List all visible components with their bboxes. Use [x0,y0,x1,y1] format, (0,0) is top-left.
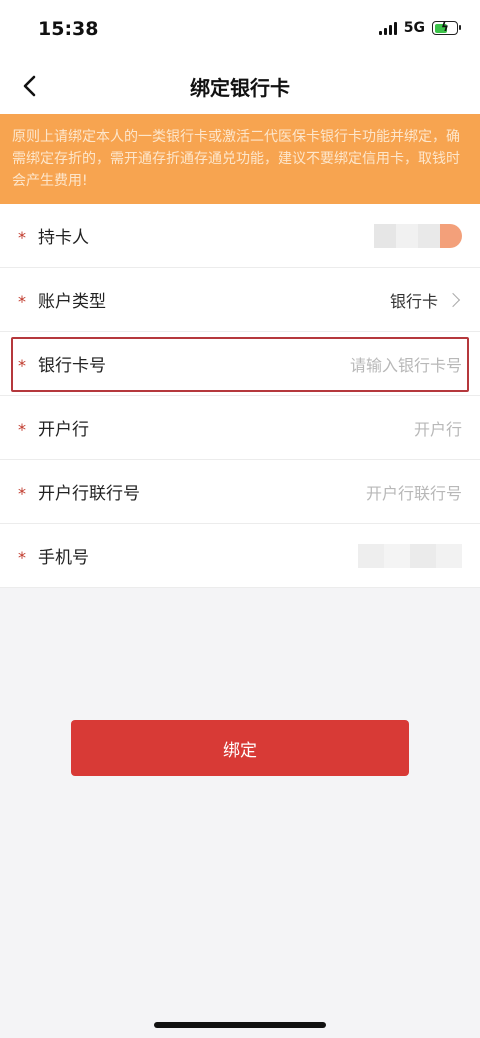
bind-card-form: * 持卡人 * 账户类型 银行卡 * 银行卡号 请输入银行卡号 * 开户行 开户… [0,204,480,588]
account-type-label: 账户类型 [38,292,106,312]
account-type-text: 银行卡 [389,291,438,311]
chevron-right-icon [445,292,461,307]
required-mark: * [18,227,26,247]
required-mark: * [18,419,26,439]
phone-label: 手机号 [38,548,89,568]
phone-row[interactable]: * 手机号 [0,524,480,588]
navigation-bar: 绑定银行卡 [0,58,480,114]
required-mark: * [18,547,26,567]
network-label: 5G [403,20,425,36]
card-number-row[interactable]: * 银行卡号 请输入银行卡号 [0,332,480,396]
required-mark: * [18,483,26,503]
bank-code-input[interactable]: 开户行联行号 [366,480,462,504]
home-indicator [154,1022,326,1028]
notice-banner: 原则上请绑定本人的一类银行卡或激活二代医保卡银行卡功能并绑定，确需绑定存折的，需… [0,114,480,204]
bind-button[interactable]: 绑定 [71,720,409,776]
status-time: 15:38 [38,18,99,40]
card-number-label: 银行卡号 [38,356,106,376]
notice-text: 原则上请绑定本人的一类银行卡或激活二代医保卡银行卡功能并绑定，确需绑定存折的，需… [12,129,460,189]
account-type-value: 银行卡 [390,288,462,312]
phone-value-masked [358,543,462,568]
bank-branch-row[interactable]: * 开户行 开户行 [0,396,480,460]
battery-icon: ϟ [432,20,461,35]
bank-code-row[interactable]: * 开户行联行号 开户行联行号 [0,460,480,524]
cardholder-label: 持卡人 [38,228,89,248]
card-number-input[interactable]: 请输入银行卡号 [350,352,462,376]
cardholder-value-masked [374,223,462,248]
account-type-row[interactable]: * 账户类型 银行卡 [0,268,480,332]
cardholder-row: * 持卡人 [0,204,480,268]
bank-branch-input[interactable]: 开户行 [414,416,462,440]
status-bar: 15:38 5G ϟ [0,0,480,58]
signal-icon [378,21,397,35]
bank-branch-label: 开户行 [38,420,89,440]
required-mark: * [18,355,26,375]
required-mark: * [18,291,26,311]
page-title: 绑定银行卡 [190,76,290,100]
bank-code-label: 开户行联行号 [38,484,140,504]
status-indicators: 5G ϟ [378,20,461,36]
